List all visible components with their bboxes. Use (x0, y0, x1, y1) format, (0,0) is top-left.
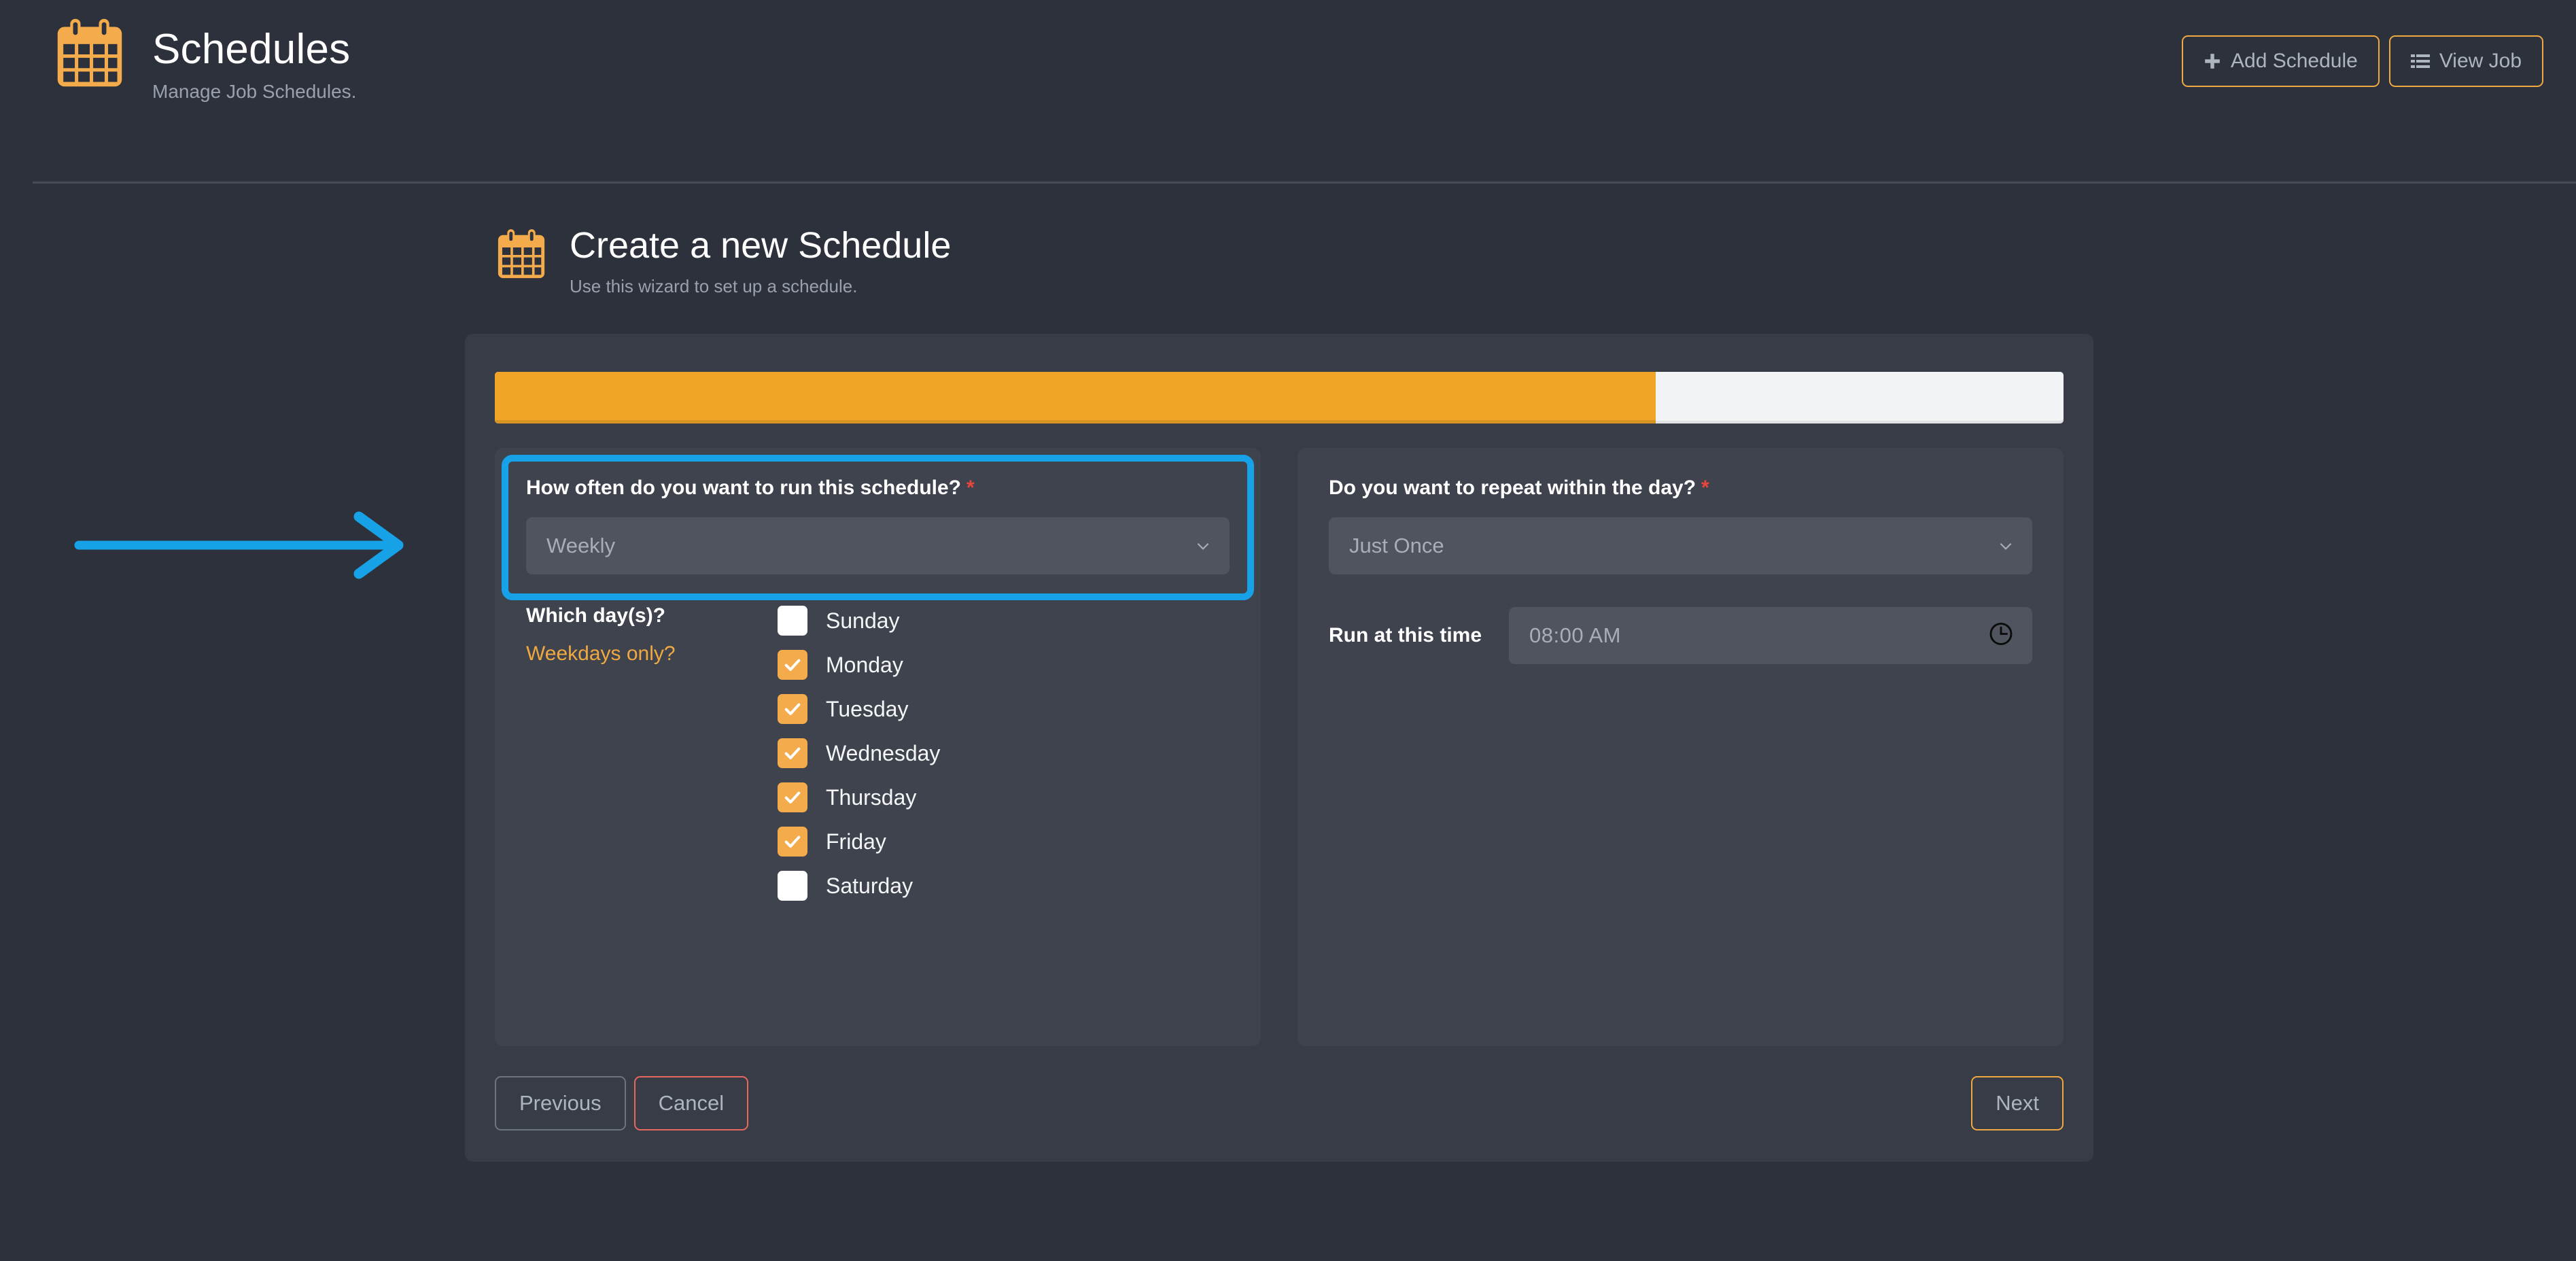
header-divider (33, 182, 2576, 184)
weekdays-only-link[interactable]: Weekdays only? (526, 642, 778, 666)
view-job-label: View Job (2439, 50, 2522, 72)
day-label: Monday (826, 652, 903, 677)
wizard-heading: Create a new Schedule Use this wizard to… (495, 226, 2576, 297)
required-marker: * (967, 477, 975, 500)
days-left-column: Which day(s)? Weekdays only? (526, 602, 778, 901)
day-label: Thursday (826, 784, 917, 810)
run-time-label: Run at this time (1329, 624, 1482, 647)
frequency-select[interactable]: Weekly (526, 517, 1230, 575)
previous-button[interactable]: Previous (495, 1076, 626, 1131)
chevron-down-icon (1997, 537, 2015, 555)
day-label: Friday (826, 829, 886, 854)
wizard-card: How often do you want to run this schedu… (465, 334, 2093, 1162)
day-checkbox-monday[interactable]: Monday (778, 650, 940, 680)
wizard-footer-left: Previous Cancel (495, 1076, 749, 1131)
add-schedule-button[interactable]: Add Schedule (2182, 35, 2380, 87)
wizard-title: Create a new Schedule (570, 225, 952, 266)
frequency-panel: How often do you want to run this schedu… (495, 448, 1261, 1047)
frequency-selected-value: Weekly (546, 534, 616, 558)
header-brand: Schedules Manage Job Schedules. (33, 0, 356, 103)
wizard-progress-bar (495, 372, 2064, 424)
day-label: Tuesday (826, 696, 909, 721)
day-checkbox-sunday[interactable]: Sunday (778, 606, 940, 636)
run-time-row: Run at this time 08:00 AM (1329, 607, 2032, 665)
frequency-question-label: How often do you want to run this schedu… (526, 477, 1230, 500)
run-time-input[interactable]: 08:00 AM (1509, 607, 2032, 665)
right-arrow-annotation (73, 504, 427, 589)
next-button[interactable]: Next (1971, 1076, 2064, 1131)
day-checkbox-tuesday[interactable]: Tuesday (778, 694, 940, 725)
view-job-button[interactable]: View Job (2388, 35, 2543, 87)
checkbox-box[interactable] (778, 782, 807, 813)
plus-icon (2204, 52, 2221, 70)
days-question-label: Which day(s)? (526, 604, 666, 627)
day-checkbox-wednesday[interactable]: Wednesday (778, 738, 941, 769)
clock-icon[interactable] (1987, 621, 2015, 651)
repeat-selected-value: Just Once (1349, 534, 1444, 558)
checkbox-box[interactable] (778, 738, 807, 769)
checkbox-box[interactable] (778, 871, 807, 901)
checkbox-box[interactable] (778, 827, 807, 857)
checkbox-box[interactable] (778, 650, 807, 680)
days-checkbox-list: Sunday Monday Tuesday Wednesday Thursday Frid… (778, 602, 940, 901)
header-actions: Add Schedule View Job (2182, 35, 2543, 87)
page-subtitle: Manage Job Schedules. (152, 81, 357, 103)
wizard-panels: How often do you want to run this schedu… (495, 448, 2064, 1047)
repeat-select[interactable]: Just Once (1329, 517, 2032, 575)
frequency-question-text: How often do you want to run this schedu… (526, 477, 961, 500)
wizard-progress-fill (495, 372, 1656, 424)
day-checkbox-saturday[interactable]: Saturday (778, 871, 940, 901)
calendar-icon (53, 18, 126, 94)
calendar-icon (495, 228, 548, 285)
header-text-block: Schedules Manage Job Schedules. (152, 18, 356, 103)
checkbox-box[interactable] (778, 694, 807, 725)
repeat-question-text: Do you want to repeat within the day? (1329, 477, 1696, 500)
cancel-button[interactable]: Cancel (633, 1076, 749, 1131)
run-time-value: 08:00 AM (1529, 623, 1621, 648)
wizard-footer: Previous Cancel Next (495, 1076, 2064, 1131)
repeat-question-label: Do you want to repeat within the day? * (1329, 477, 2032, 500)
wizard-subtitle: Use this wizard to set up a schedule. (570, 276, 858, 297)
add-schedule-label: Add Schedule (2231, 50, 2358, 72)
day-label: Sunday (826, 608, 900, 633)
days-section: Which day(s)? Weekdays only? Sunday Monda… (526, 602, 1230, 901)
day-checkbox-friday[interactable]: Friday (778, 827, 940, 857)
chevron-down-icon (1194, 537, 1212, 555)
app-header: Schedules Manage Job Schedules. Add Sche… (0, 0, 2576, 184)
required-marker: * (1701, 477, 1709, 500)
day-label: Saturday (826, 873, 913, 898)
day-checkbox-thursday[interactable]: Thursday (778, 782, 940, 813)
checkbox-box[interactable] (778, 606, 807, 636)
list-icon (2410, 53, 2430, 69)
wizard-heading-text: Create a new Schedule Use this wizard to… (570, 226, 951, 297)
repeat-panel: Do you want to repeat within the day? * J… (1298, 448, 2064, 1047)
page-title: Schedules (152, 26, 351, 73)
day-label: Wednesday (826, 740, 941, 765)
